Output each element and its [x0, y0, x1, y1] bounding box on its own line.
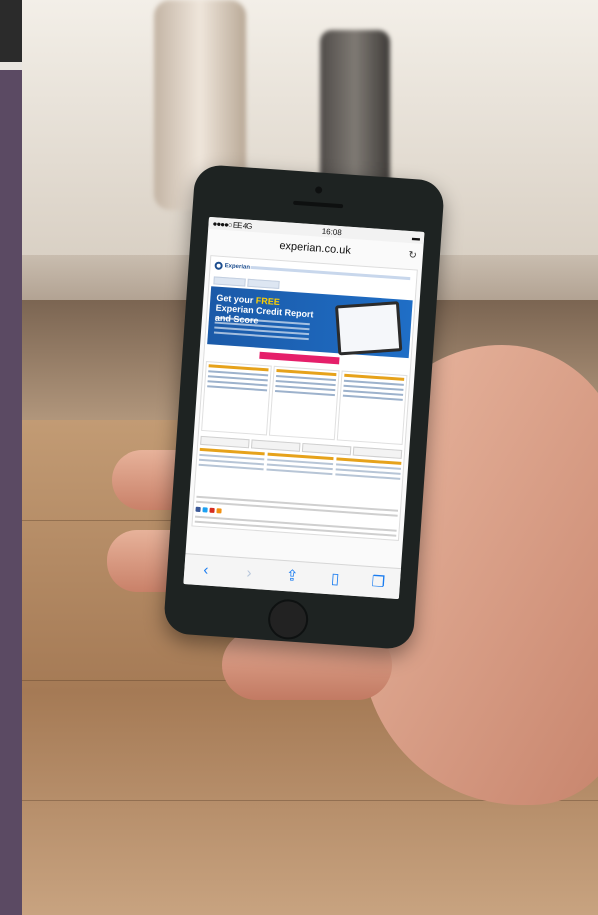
- back-icon[interactable]: ‹: [193, 561, 218, 580]
- site-button[interactable]: [250, 439, 301, 452]
- info-column: [336, 370, 408, 445]
- tabs-icon[interactable]: ❐: [366, 573, 391, 592]
- info-column: [333, 457, 402, 501]
- battery-icon: ▬: [411, 232, 421, 243]
- facebook-icon[interactable]: [195, 506, 201, 513]
- info-column: [197, 447, 266, 492]
- text-line: [266, 468, 333, 476]
- home-button[interactable]: [266, 598, 310, 641]
- site-button[interactable]: [200, 435, 250, 449]
- reload-icon[interactable]: ↻: [408, 249, 417, 261]
- youtube-icon[interactable]: [209, 507, 215, 514]
- text-line: [207, 385, 268, 392]
- site-footer: [194, 495, 399, 540]
- left-frame-cap: [0, 0, 22, 62]
- earpiece-speaker: [293, 200, 344, 209]
- info-column: [201, 361, 272, 436]
- webpage: Experian Get your FREE Experian Credit R…: [191, 255, 418, 541]
- text-line: [342, 394, 403, 401]
- photo: ●●●●○ EE 4G 16:08 ▬ experian.co.uk ↻ Exp…: [22, 0, 598, 915]
- left-frame-edge: [0, 62, 22, 70]
- smartphone: ●●●●○ EE 4G 16:08 ▬ experian.co.uk ↻ Exp…: [162, 163, 446, 651]
- experian-logo[interactable]: Experian: [214, 261, 250, 271]
- left-frame-bar: [0, 0, 22, 915]
- experian-logo-mark: [214, 261, 223, 270]
- info-columns: [201, 361, 408, 445]
- phone-screen: ●●●●○ EE 4G 16:08 ▬ experian.co.uk ↻ Exp…: [183, 216, 425, 600]
- twitter-icon[interactable]: [202, 507, 208, 513]
- cta-button[interactable]: [259, 351, 340, 365]
- logo-text: Experian: [224, 263, 251, 271]
- bookmarks-icon[interactable]: ▯: [323, 570, 348, 589]
- text-line: [198, 463, 264, 471]
- site-tab[interactable]: [247, 278, 280, 289]
- text-line: [274, 389, 335, 397]
- front-camera: [314, 186, 323, 194]
- share-icon[interactable]: ⇪: [280, 567, 305, 586]
- browser-toolbar: ‹ › ⇪ ▯ ❐: [183, 553, 401, 600]
- carrier-signal: ●●●●○ EE 4G: [212, 218, 252, 231]
- info-column: [265, 452, 334, 497]
- rss-icon[interactable]: [216, 508, 222, 514]
- hero-banner: Get your FREE Experian Credit Report and…: [207, 286, 413, 359]
- text-line: [334, 473, 401, 480]
- status-time: 16:08: [321, 226, 343, 237]
- url-text: experian.co.uk: [278, 239, 352, 257]
- site-button[interactable]: [352, 446, 403, 459]
- tablet-image: [334, 301, 403, 356]
- forward-icon[interactable]: ›: [236, 564, 261, 583]
- site-tab[interactable]: [213, 276, 246, 287]
- site-button[interactable]: [301, 442, 352, 456]
- info-column: [268, 365, 340, 441]
- site-nav[interactable]: [250, 265, 411, 281]
